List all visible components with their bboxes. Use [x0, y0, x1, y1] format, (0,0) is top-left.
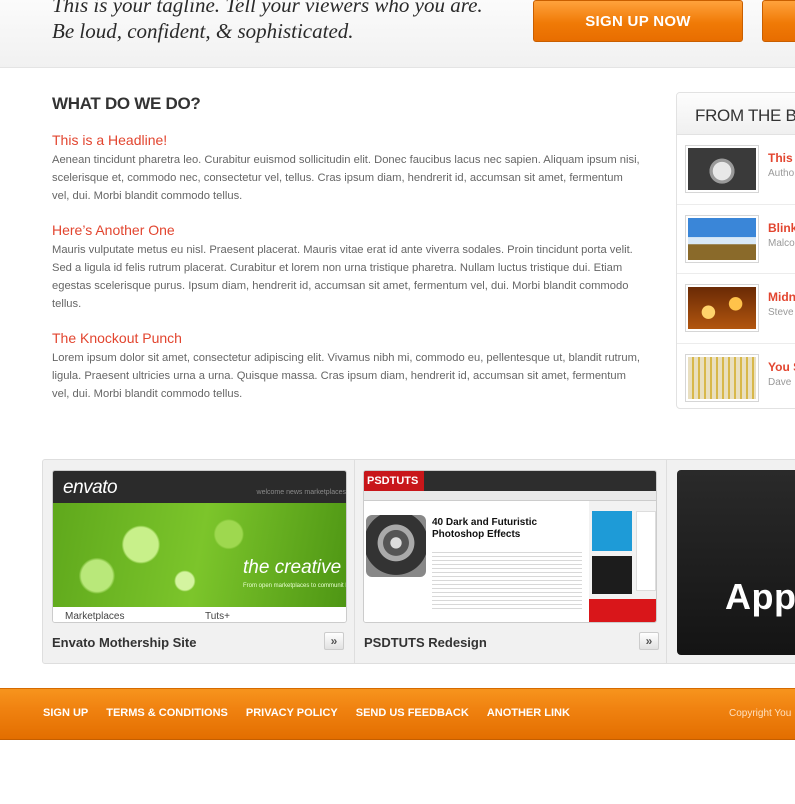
- app-screenshot-text: App: [725, 576, 795, 617]
- footer-link-feedback[interactable]: SEND US FEEDBACK: [356, 707, 469, 719]
- envato-nav: welcome news marketplaces: [256, 489, 346, 496]
- blog-item-author: Dave: [768, 376, 792, 388]
- psdtuts-robot-image: [366, 515, 426, 577]
- main-content: WHAT DO WE DO? This is a Headline! Aenea…: [52, 94, 642, 420]
- copyright-text: Copyright You: [729, 708, 792, 719]
- blog-item[interactable]: You S Dave: [677, 344, 795, 409]
- envato-tuts-label: Tuts+: [205, 611, 230, 622]
- footer-link-privacy[interactable]: PRIVACY POLICY: [246, 707, 338, 719]
- psdtuts-headline: 40 Dark and Futuristic Photoshop Effects: [432, 517, 538, 540]
- blog-thumbnail[interactable]: [685, 284, 759, 332]
- blog-item-author: Steve: [768, 307, 794, 318]
- footer-link-terms[interactable]: TERMS & CONDITIONS: [106, 707, 228, 719]
- blog-item-title[interactable]: This: [768, 151, 793, 165]
- blog-item-author: Autho: [768, 168, 795, 179]
- portfolio-arrow-button[interactable]: »: [639, 632, 659, 650]
- portfolio-screenshot-psdtuts[interactable]: PSDTUTS 40 Dark and Futuristic Photoshop…: [363, 470, 657, 623]
- article-body: Mauris vulputate metus eu nisl. Praesent…: [52, 244, 633, 310]
- article-headline: This is a Headline!: [52, 132, 168, 148]
- footer-link-sign-up[interactable]: SIGN UP: [43, 707, 88, 719]
- blog-item-author: Malco: [768, 237, 795, 249]
- article-headline: The Knockout Punch: [52, 330, 182, 346]
- footer-links: SIGN UP TERMS & CONDITIONS PRIVACY POLIC…: [43, 707, 588, 719]
- portfolio-arrow-button[interactable]: »: [324, 632, 344, 650]
- footer-link-another[interactable]: ANOTHER LINK: [487, 707, 570, 719]
- blog-widget: FROM THE B This Autho Blink Malco Midn S…: [676, 92, 795, 409]
- portfolio-item[interactable]: PSDTUTS 40 Dark and Futuristic Photoshop…: [355, 460, 667, 663]
- tagline-line-1: This is your tagline. Tell your viewers …: [52, 0, 483, 17]
- footer: SIGN UP TERMS & CONDITIONS PRIVACY POLIC…: [0, 688, 795, 740]
- envato-tagline: the creative: [243, 557, 342, 578]
- sign-up-now-button[interactable]: SIGN UP NOW: [533, 0, 743, 42]
- tagline: This is your tagline. Tell your viewers …: [52, 0, 522, 44]
- portfolio-strip: envato welcome news marketplaces the cre…: [42, 459, 795, 664]
- portfolio-item[interactable]: envato welcome news marketplaces the cre…: [43, 460, 355, 663]
- tagline-line-2: Be loud, confident, & sophisticated.: [52, 19, 354, 43]
- article: Here’s Another One Mauris vulputate metu…: [52, 222, 642, 313]
- portfolio-screenshot-app[interactable]: App: [677, 470, 795, 655]
- blog-item-title[interactable]: Midn: [768, 290, 795, 304]
- psdtuts-logo: PSDTUTS: [364, 471, 424, 491]
- blog-item-title[interactable]: You S: [768, 360, 795, 374]
- blog-widget-title: FROM THE B: [677, 93, 795, 135]
- blog-item-title[interactable]: Blink: [768, 221, 795, 235]
- blog-item[interactable]: This Autho: [677, 135, 795, 205]
- blog-item[interactable]: Midn Steve: [677, 274, 795, 344]
- article-body: Aenean tincidunt pharetra leo. Curabitur…: [52, 154, 640, 202]
- blog-thumbnail[interactable]: [685, 145, 759, 193]
- blog-thumbnail[interactable]: [685, 214, 759, 263]
- secondary-orange-button[interactable]: [762, 0, 795, 42]
- article: The Knockout Punch Lorem ipsum dolor sit…: [52, 330, 642, 403]
- portfolio-caption[interactable]: Envato Mothership Site: [52, 635, 196, 650]
- article: This is a Headline! Aenean tincidunt pha…: [52, 132, 642, 205]
- portfolio-screenshot-envato[interactable]: envato welcome news marketplaces the cre…: [52, 470, 347, 623]
- portfolio-caption[interactable]: PSDTUTS Redesign: [364, 635, 487, 650]
- article-headline: Here’s Another One: [52, 222, 175, 238]
- tagline-band: This is your tagline. Tell your viewers …: [0, 0, 795, 68]
- section-title: WHAT DO WE DO?: [52, 94, 201, 113]
- envato-logo: envato: [63, 477, 118, 498]
- envato-marketplaces-label: Marketplaces: [65, 611, 125, 622]
- article-body: Lorem ipsum dolor sit amet, consectetur …: [52, 352, 641, 400]
- blog-item[interactable]: Blink Malco: [677, 205, 795, 274]
- envato-small-text: From open marketplaces to communit build…: [243, 583, 346, 589]
- blog-thumbnail[interactable]: [685, 353, 759, 402]
